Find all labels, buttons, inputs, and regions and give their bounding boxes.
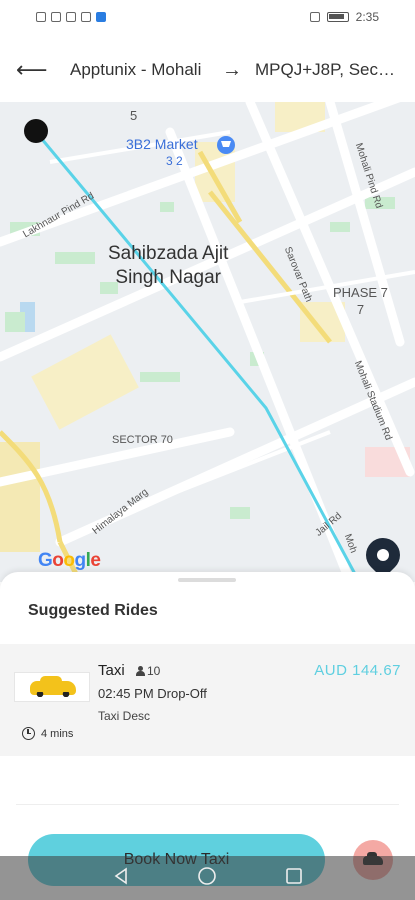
sheet-title: Suggested Rides — [28, 602, 158, 619]
sim-icon — [36, 12, 46, 22]
origin-address[interactable]: Apptunix - Mohali — [70, 60, 210, 80]
map-view[interactable]: 5 3B2 Market 3 2 Sahibzada Ajit Singh Na… — [0, 102, 415, 582]
wifi-icon — [51, 12, 61, 22]
destination-address[interactable]: MPQJ+J8P, Sector 70 — [255, 60, 395, 80]
status-icons-left — [36, 12, 106, 22]
vibrate-icon — [309, 12, 320, 22]
poi-market-label[interactable]: 3B2 Market — [126, 136, 198, 152]
mail-icon — [66, 12, 76, 22]
phase-label: PHASE 7 7 — [333, 284, 388, 318]
map-canvas — [0, 102, 415, 582]
city-label-line1: Sahibzada Ajit — [108, 243, 229, 264]
city-label: Sahibzada Ajit Singh Nagar — [108, 242, 228, 290]
eta-text: 4 mins — [41, 727, 74, 740]
battery-icon — [326, 12, 349, 22]
arrow-right-icon: → — [222, 58, 242, 81]
ride-price: AUD 144.67 — [314, 662, 401, 679]
person-icon — [136, 666, 145, 676]
status-time: 2:35 — [355, 10, 379, 24]
status-bar: 2:35 — [0, 0, 415, 34]
car-icon — [30, 676, 76, 697]
rides-bottom-sheet: Suggested Rides Taxi 10 AUD 144.67 02:45… — [0, 572, 415, 900]
phase-label-number: 7 — [356, 302, 365, 317]
ride-name: Taxi — [98, 662, 125, 679]
divider — [16, 804, 399, 805]
area-number-label: 5 — [130, 108, 138, 123]
nav-back-icon[interactable] — [113, 866, 129, 890]
status-icons-right: 2:35 — [309, 10, 379, 24]
sheet-drag-handle[interactable] — [178, 578, 236, 582]
system-nav-bar — [0, 856, 415, 900]
poi-market-number: 3 2 — [166, 154, 183, 168]
sector-label: SECTOR 70 — [112, 434, 173, 446]
clock-icon — [22, 727, 35, 740]
route-header: ⟵ Apptunix - Mohali → MPQJ+J8P, Sector 7… — [0, 40, 415, 100]
nav-recents-icon[interactable] — [285, 867, 303, 890]
ride-dropoff-time: 02:45 PM Drop-Off — [98, 686, 207, 701]
city-label-line2: Singh Nagar — [115, 267, 222, 288]
start-marker[interactable] — [24, 119, 48, 143]
seat-count: 10 — [147, 664, 161, 678]
google-logo: Google — [38, 550, 101, 571]
taxi-car-image — [14, 672, 90, 702]
ride-description: Taxi Desc — [98, 709, 151, 723]
nav-home-icon[interactable] — [197, 866, 217, 891]
seat-capacity: 10 — [136, 664, 160, 678]
arrow-left-icon[interactable]: ⟵ — [0, 57, 48, 83]
message-icon — [81, 12, 91, 22]
ride-eta: 4 mins — [22, 727, 73, 740]
ride-option-card[interactable]: Taxi 10 AUD 144.67 02:45 PM Drop-Off Tax… — [0, 644, 415, 756]
app-notification-icon — [96, 12, 106, 22]
phase-label-text: PHASE 7 — [333, 285, 388, 300]
